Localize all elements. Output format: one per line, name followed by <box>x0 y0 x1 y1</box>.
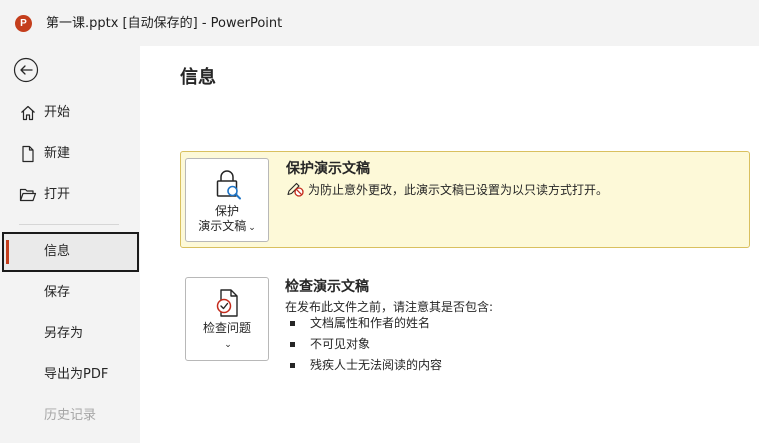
back-button[interactable] <box>13 57 39 83</box>
inspect-description: 在发布此文件之前，请注意其是否包含: <box>285 300 494 314</box>
back-arrow-icon <box>13 57 39 83</box>
sidebar-item-label: 信息 <box>44 244 71 259</box>
inspect-heading: 检查演示文稿 <box>285 279 369 295</box>
check-for-issues-button[interactable]: 检查问题 ⌄ <box>185 277 269 361</box>
inspect-document-icon <box>216 289 238 317</box>
inspect-bullet-list: 文档属性和作者的姓名 不可见对象 残疾人士无法阅读的内容 <box>287 315 442 378</box>
sidebar-item-info[interactable]: 信息 <box>2 232 139 272</box>
sidebar-item-home[interactable]: 开始 <box>0 94 140 132</box>
protect-presentation-panel: 保护 演示文稿 ⌄ 保护演示文稿 为防止意外更改，此演示文稿已设置为以只读方式打开… <box>180 151 750 248</box>
sidebar-item-label: 历史记录 <box>44 408 97 423</box>
page-title: 信息 <box>180 67 216 88</box>
inspect-presentation-panel: 检查问题 ⌄ 检查演示文稿 在发布此文件之前，请注意其是否包含: 文档属性和作者… <box>180 271 750 372</box>
new-document-icon <box>22 145 34 163</box>
info-page: 信息 保护 演示文稿 ⌄ 保护演示文稿 为防止意外更改，此演示文稿已设置为以只读方… <box>140 46 759 443</box>
sidebar-item-save-as[interactable]: 另存为 <box>0 315 140 353</box>
chevron-down-icon: ⌄ <box>248 223 256 233</box>
protect-presentation-button[interactable]: 保护 演示文稿 ⌄ <box>185 158 269 242</box>
sidebar-item-new[interactable]: 新建 <box>0 135 140 173</box>
title-bar: P 第一课.pptx [自动保存的] - PowerPoint <box>0 0 759 46</box>
protect-button-label-line1: 保护 <box>214 204 239 218</box>
protect-description: 为防止意外更改，此演示文稿已设置为以只读方式打开。 <box>286 181 608 198</box>
protect-button-label-line2: 演示文稿 ⌄ <box>186 219 268 236</box>
sidebar-item-label: 另存为 <box>44 326 84 341</box>
no-edit-pencil-icon <box>287 182 304 197</box>
protect-heading: 保护演示文稿 <box>286 161 370 177</box>
sidebar-item-label: 导出为PDF <box>44 367 109 382</box>
selection-indicator <box>6 240 9 264</box>
window-title: 第一课.pptx [自动保存的] - PowerPoint <box>46 16 283 31</box>
sidebar-item-label: 保存 <box>44 285 71 300</box>
sidebar-divider <box>19 224 119 225</box>
sidebar-item-open[interactable]: 打开 <box>0 176 140 214</box>
sidebar-item-label: 新建 <box>44 146 71 161</box>
home-icon <box>21 105 35 121</box>
chevron-down-icon: ⌄ <box>224 340 232 350</box>
sidebar-item-export-pdf[interactable]: 导出为PDF <box>0 356 140 394</box>
powerpoint-logo-icon: P <box>15 15 32 32</box>
list-item: 残疾人士无法阅读的内容 <box>287 357 442 378</box>
list-item: 文档属性和作者的姓名 <box>287 315 442 336</box>
sidebar-item-history: 历史记录 <box>0 397 140 435</box>
check-issues-label: 检查问题 <box>202 321 251 335</box>
sidebar-item-label: 开始 <box>44 105 71 120</box>
list-item: 不可见对象 <box>287 336 442 357</box>
sidebar-item-label: 打开 <box>44 187 71 202</box>
open-folder-icon <box>19 188 37 202</box>
lock-magnifier-icon <box>216 170 241 200</box>
backstage-sidebar: 开始 新建 打开 信息 保存 另存为 导出为PDF 历史记录 <box>0 46 140 443</box>
sidebar-item-save[interactable]: 保存 <box>0 274 140 312</box>
